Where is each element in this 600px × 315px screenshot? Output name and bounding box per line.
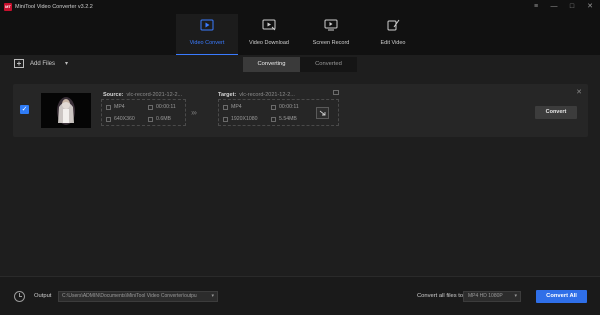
convert-all-files-to-label: Convert all files to bbox=[417, 293, 464, 299]
source-format: MP4 bbox=[106, 104, 125, 110]
nav-video-download[interactable]: Video Download bbox=[238, 14, 300, 55]
target-label: Target: vlc-record-2021-12-2... bbox=[218, 92, 295, 98]
minimize-icon[interactable]: — bbox=[550, 2, 558, 11]
menu-icon[interactable]: ≡ bbox=[532, 2, 540, 11]
convert-all-button[interactable]: Convert All bbox=[536, 290, 587, 303]
main-nav: Video Convert Video Download Screen Reco… bbox=[176, 14, 424, 55]
window-controls: ≡ — □ ✕ bbox=[532, 2, 594, 11]
tab-converted[interactable]: Converted bbox=[300, 57, 357, 72]
source-resolution: 640X360 bbox=[106, 116, 135, 122]
app-title: MiniTool Video Converter v3.2.2 bbox=[15, 4, 93, 10]
format-icon bbox=[106, 104, 111, 110]
file-checkbox[interactable]: ✓ bbox=[20, 105, 29, 114]
screen-record-icon bbox=[324, 19, 338, 31]
maximize-icon[interactable]: □ bbox=[568, 2, 576, 11]
edit-video-icon bbox=[387, 19, 400, 31]
target-format: MP4 bbox=[223, 104, 242, 110]
format-select-value: MP4 HD 1080P bbox=[468, 293, 503, 299]
remove-file-icon[interactable]: ✕ bbox=[576, 88, 582, 96]
nav-label: Edit Video bbox=[380, 40, 406, 46]
close-window-icon[interactable]: ✕ bbox=[586, 2, 594, 11]
resolution-icon bbox=[223, 116, 228, 122]
source-info-box: MP4 00:00:11 640X360 0.6MB bbox=[101, 99, 186, 126]
edit-target-format-button[interactable] bbox=[316, 107, 329, 119]
output-label: Output bbox=[34, 293, 52, 299]
output-path-select[interactable]: C:\Users\ADMIN\Documents\MiniTool Video … bbox=[58, 291, 218, 302]
convert-arrows-icon: ››› bbox=[191, 108, 197, 117]
nav-label: Video Convert bbox=[189, 40, 225, 46]
source-name: vlc-record-2021-12-2... bbox=[126, 92, 183, 98]
target-duration: 00:00:11 bbox=[271, 104, 299, 110]
format-icon bbox=[223, 104, 228, 110]
target-name: vlc-record-2021-12-2... bbox=[239, 92, 295, 98]
nav-screen-record[interactable]: Screen Record bbox=[300, 14, 362, 55]
app-logo: MT bbox=[4, 3, 12, 11]
expand-icon bbox=[319, 110, 326, 116]
chevron-down-icon: ▾ bbox=[211, 293, 214, 299]
format-select[interactable]: MP4 HD 1080P ▾ bbox=[463, 291, 521, 302]
add-files-button[interactable]: Add Files ▾ bbox=[14, 59, 68, 68]
thumbnail-image bbox=[41, 93, 91, 128]
tab-bar: Converting Converted bbox=[243, 57, 357, 72]
schedule-clock-icon[interactable] bbox=[14, 291, 25, 302]
clock-icon bbox=[271, 104, 276, 110]
bottom-bar: Output C:\Users\ADMIN\Documents\MiniTool… bbox=[0, 276, 600, 315]
add-files-icon bbox=[14, 59, 24, 68]
source-label: Source: vlc-record-2021-12-2... bbox=[103, 92, 183, 98]
convert-button[interactable]: Convert bbox=[535, 106, 577, 119]
video-convert-icon bbox=[200, 19, 214, 31]
target-size: 5.54MB bbox=[271, 116, 297, 122]
chevron-down-icon: ▾ bbox=[514, 293, 517, 299]
nav-label: Video Download bbox=[249, 40, 289, 46]
nav-edit-video[interactable]: Edit Video bbox=[362, 14, 424, 55]
chevron-down-icon[interactable]: ▾ bbox=[65, 60, 68, 67]
add-files-label: Add Files bbox=[30, 60, 56, 67]
nav-label: Screen Record bbox=[312, 40, 350, 46]
edit-target-name-icon[interactable] bbox=[333, 90, 339, 95]
title-bar: MT MiniTool Video Converter v3.2.2 ≡ — □… bbox=[0, 0, 600, 55]
video-download-icon bbox=[262, 19, 276, 31]
source-duration: 00:00:11 bbox=[148, 104, 176, 110]
file-item: ✓ Source: vlc-record-2021-12-2... MP4 00:… bbox=[13, 84, 588, 137]
file-size-icon bbox=[271, 116, 276, 122]
clock-icon bbox=[148, 104, 153, 110]
target-resolution: 1920X1080 bbox=[223, 116, 258, 122]
resolution-icon bbox=[106, 116, 111, 122]
tab-converting[interactable]: Converting bbox=[243, 57, 300, 72]
nav-video-convert[interactable]: Video Convert bbox=[176, 14, 238, 55]
toolbar: Add Files ▾ Converting Converted bbox=[0, 55, 600, 75]
source-size: 0.6MB bbox=[148, 116, 171, 122]
video-thumbnail[interactable] bbox=[41, 93, 91, 128]
output-path-value: C:\Users\ADMIN\Documents\MiniTool Video … bbox=[62, 293, 197, 299]
file-size-icon bbox=[148, 116, 153, 122]
